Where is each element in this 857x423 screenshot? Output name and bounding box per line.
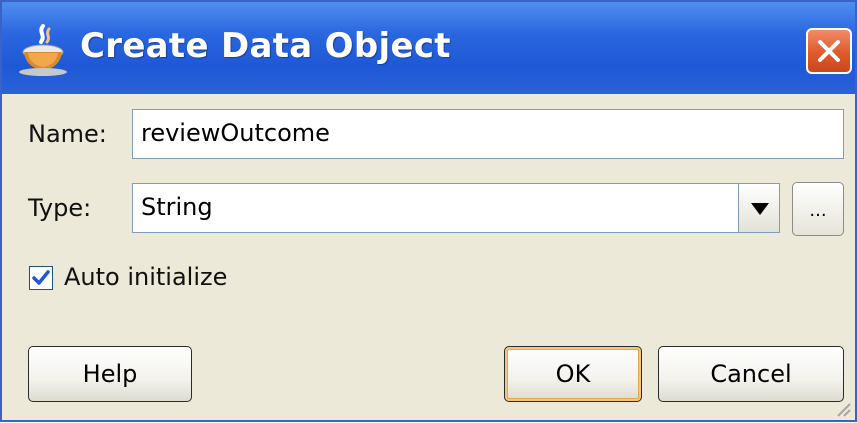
cancel-button[interactable]: Cancel [658, 346, 844, 402]
ok-button[interactable]: OK [504, 346, 642, 402]
oracle-cup-icon [16, 22, 70, 76]
checkmark-icon [32, 270, 50, 285]
type-select[interactable]: String [132, 183, 739, 233]
name-input[interactable]: reviewOutcome [132, 109, 844, 159]
browse-type-button[interactable]: ... [792, 182, 844, 236]
help-button[interactable]: Help [28, 346, 192, 402]
close-icon [818, 40, 840, 62]
resize-grip-icon[interactable] [832, 400, 852, 418]
chevron-down-icon [751, 203, 769, 215]
title-bar[interactable]: Create Data Object [2, 2, 855, 94]
type-dropdown-button[interactable] [738, 183, 780, 233]
name-label: Name: [28, 120, 107, 148]
type-label: Type: [28, 194, 92, 222]
create-data-object-dialog: Create Data Object Name: reviewOutcome T… [0, 0, 857, 422]
auto-initialize-checkbox[interactable] [29, 266, 53, 290]
close-button[interactable] [806, 28, 852, 74]
dialog-title: Create Data Object [80, 26, 451, 66]
auto-initialize-label[interactable]: Auto initialize [64, 263, 227, 291]
